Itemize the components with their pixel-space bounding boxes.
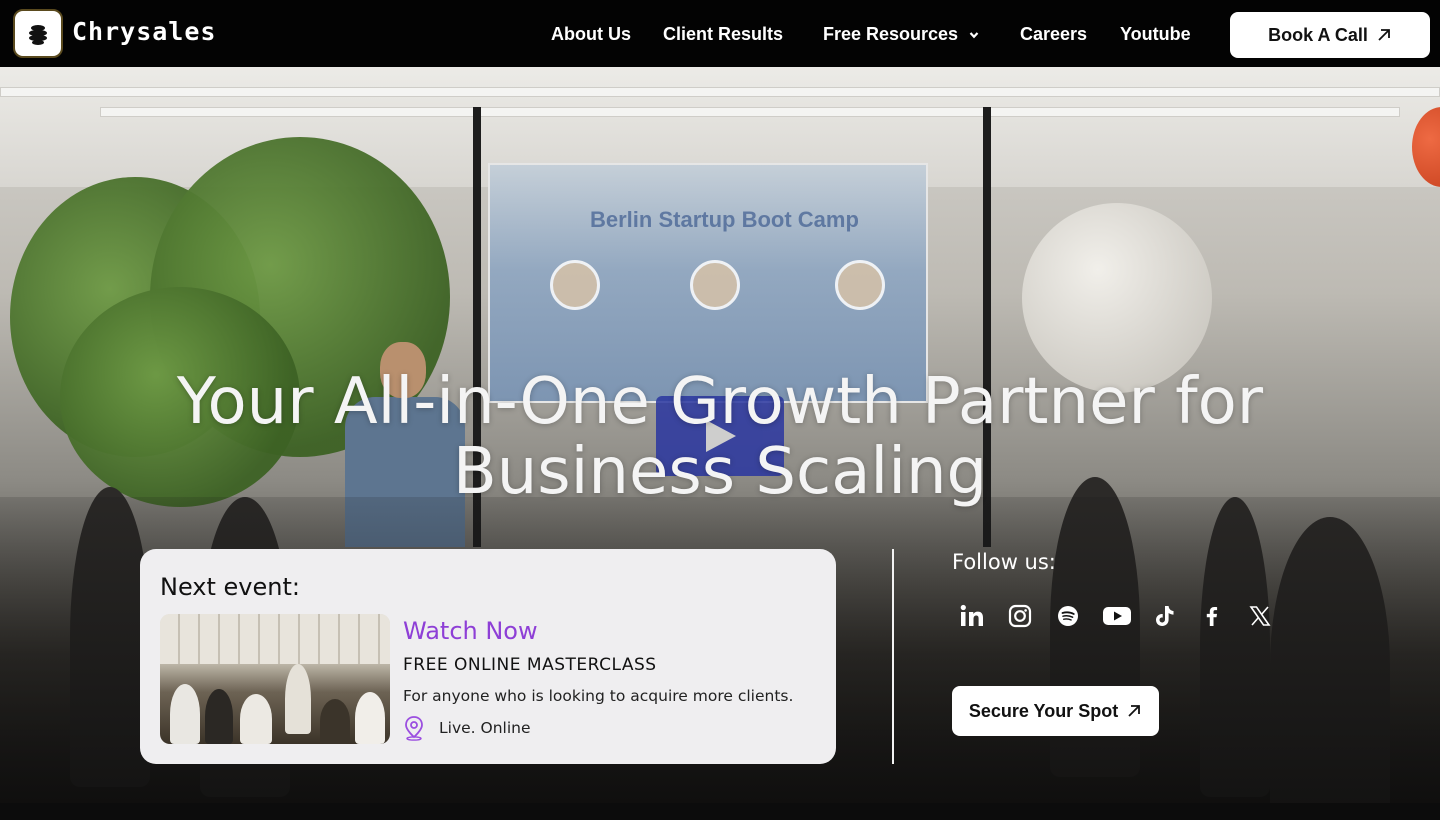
instagram-icon[interactable] [1006,602,1034,630]
event-title: FREE ONLINE MASTERCLASS [403,655,657,675]
book-a-call-label: Book A Call [1268,24,1368,45]
secure-your-spot-button[interactable]: Secure Your Spot [952,686,1159,736]
ceiling-pipe [0,87,1440,97]
ceiling-pipe [100,107,1400,117]
spotify-icon[interactable] [1054,602,1082,630]
hero-headline: Your All-in-One Growth Partner for Busin… [100,367,1340,507]
hero-headline-line2: Business Scaling [452,435,988,509]
event-thumbnail[interactable] [160,614,390,744]
book-a-call-button[interactable]: Book A Call [1230,12,1430,58]
thumbnail-person [355,692,385,744]
speaker-photo [550,260,600,310]
location-pin-icon [405,716,423,741]
watch-now-link[interactable]: Watch Now [403,617,538,645]
logo-icon[interactable] [13,9,63,58]
nav-youtube[interactable]: Youtube [1120,24,1191,45]
nav-about-us[interactable]: About Us [551,24,631,45]
site-header: Chrysales About Us Client Results Free R… [0,0,1440,67]
nav-free-resources[interactable]: Free Resources [823,24,979,45]
thumbnail-wall [160,614,390,664]
thumbnail-person [205,689,233,744]
thumbnail-person [320,699,350,744]
event-description: For anyone who is looking to acquire mor… [403,687,794,705]
nav-free-resources-label: Free Resources [823,24,959,44]
thumbnail-person [170,684,200,744]
brand-name[interactable]: Chrysales [72,17,216,46]
hero-headline-line1: Your All-in-One Growth Partner for [176,365,1264,439]
nav-client-results[interactable]: Client Results [663,24,783,45]
x-icon[interactable] [1246,602,1274,630]
arrow-up-right-icon [1128,705,1141,717]
facebook-icon[interactable] [1198,602,1226,630]
nav-careers[interactable]: Careers [1020,24,1087,45]
youtube-icon[interactable] [1102,602,1132,630]
tiktok-icon[interactable] [1150,602,1178,630]
follow-us-heading: Follow us: [952,550,1056,574]
vertical-divider [892,549,894,764]
event-location: Live. Online [439,719,531,737]
next-event-heading: Next event: [160,573,300,601]
next-event-card: Next event: Watch Now FREE ONLINE MASTER… [140,549,836,764]
hero-section: Berlin Startup Boot Camp Your All-in-One… [0,67,1440,820]
secure-your-spot-label: Secure Your Spot [968,700,1119,721]
thumbnail-person [240,694,272,744]
arrow-up-right-icon [1378,29,1390,41]
thumbnail-person [285,664,311,734]
projector-screen-title: Berlin Startup Boot Camp [590,207,859,232]
speaker-photo [835,260,885,310]
linkedin-icon[interactable] [958,602,986,630]
section-bottom-edge [0,803,1440,820]
chevron-down-icon [969,32,979,39]
speaker-photo [690,260,740,310]
